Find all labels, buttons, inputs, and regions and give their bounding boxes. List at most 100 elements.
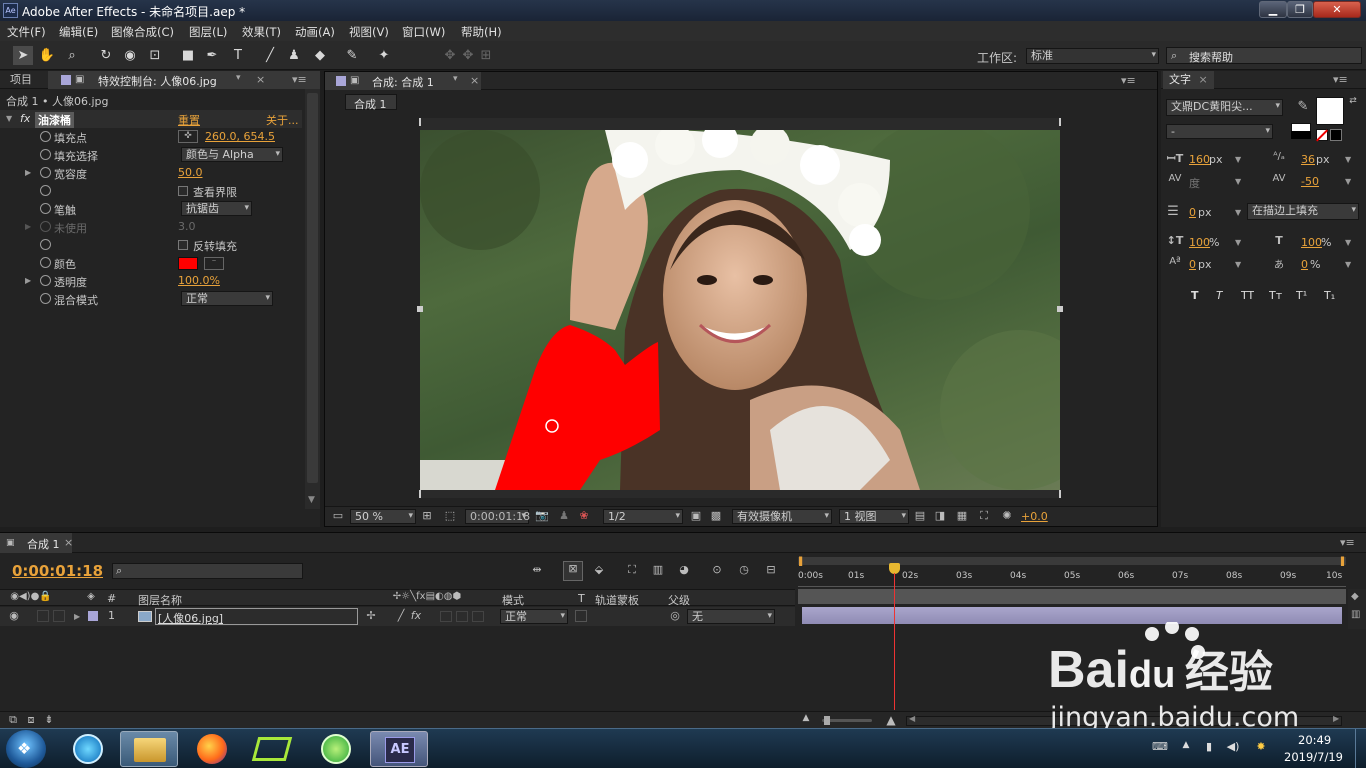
resolution-select[interactable]: 1/2 — [603, 509, 683, 524]
stroke-width-value[interactable]: 0 — [1189, 206, 1196, 219]
motion-blur-switch[interactable] — [456, 611, 468, 622]
timeline-icon[interactable]: ▦ — [955, 509, 969, 522]
layer-mode-select[interactable]: 正常 — [500, 609, 568, 624]
taskbar-firefox[interactable] — [183, 731, 241, 767]
lock-switch[interactable] — [53, 610, 65, 622]
work-area-bar[interactable] — [798, 557, 1346, 565]
tsume-value[interactable]: 0 — [1301, 258, 1308, 271]
stopwatch-icon[interactable] — [40, 275, 51, 286]
black-swatch[interactable] — [1330, 129, 1342, 141]
tab-dropdown-icon[interactable]: ▾ — [236, 73, 241, 83]
layer-label-color[interactable] — [88, 611, 98, 621]
eyedropper-icon[interactable]: ✎ — [1295, 99, 1311, 114]
fill-color-swatch[interactable] — [1316, 97, 1344, 125]
kerning-dropdown-icon[interactable]: ▼ — [1235, 177, 1241, 186]
fill-point-value[interactable]: 260.0, 654.5 — [205, 130, 275, 143]
zoom-in-icon[interactable]: ▲ — [882, 713, 900, 727]
layer-name-field[interactable]: [人像06.jpg] — [155, 608, 358, 625]
left-panel-scrollbar[interactable]: ▼ — [305, 89, 320, 509]
adjustment-switch[interactable] — [472, 611, 484, 622]
eraser-tool-icon[interactable]: ◆ — [310, 46, 330, 65]
exposure-value[interactable]: +0.0 — [1021, 510, 1048, 523]
quality-switch-icon[interactable]: ╱ — [394, 609, 408, 622]
stopwatch-icon[interactable] — [40, 131, 51, 142]
superscript-button[interactable]: T¹ — [1296, 289, 1307, 302]
stopwatch-icon[interactable] — [40, 239, 51, 250]
stopwatch-icon[interactable] — [40, 293, 51, 304]
expand-layers-icon[interactable]: ⧉ — [6, 713, 20, 727]
scroll-left-icon[interactable]: ◀ — [909, 714, 915, 723]
stopwatch-icon[interactable] — [40, 185, 51, 196]
show-snapshot-icon[interactable]: ♟ — [557, 509, 571, 522]
fast-preview-icon[interactable]: ◨ — [933, 509, 947, 522]
shy-switch-icon[interactable]: ✢ — [364, 609, 378, 622]
panel-menu-icon[interactable]: ▾≡ — [1121, 74, 1136, 87]
baseline-shift-value[interactable]: 0 — [1189, 258, 1196, 271]
mini-flowchart-icon[interactable]: ⇹ — [528, 563, 546, 576]
col-layer-name[interactable]: 图层名称 — [138, 592, 182, 608]
stopwatch-icon[interactable] — [40, 167, 51, 178]
solo-switch[interactable] — [37, 610, 49, 622]
show-desktop-button[interactable] — [1355, 729, 1366, 768]
kerning-value[interactable]: 度 — [1189, 175, 1200, 191]
puppet-pin-tool-icon[interactable]: ✦ — [374, 46, 394, 65]
stroke-color-black[interactable] — [1291, 131, 1311, 139]
draft-3d-icon[interactable]: ⬙ — [590, 563, 608, 576]
expand-timing-icon[interactable]: ⇟ — [42, 713, 56, 726]
font-size-value[interactable]: 160 — [1189, 153, 1210, 166]
flowchart-icon[interactable]: ⛶ — [977, 509, 991, 523]
taskbar-date[interactable]: 2019/7/19 — [1284, 750, 1343, 764]
panel-menu-icon[interactable]: ▾≡ — [292, 73, 307, 86]
crosshair-icon[interactable]: ✜ — [178, 130, 198, 143]
parent-select[interactable]: 无 — [687, 609, 775, 624]
motion-blur-icon[interactable]: ◕ — [675, 563, 693, 576]
tray-expand-icon[interactable]: ▲ — [1180, 740, 1192, 750]
graph-editor-icon[interactable]: ⊟ — [762, 563, 780, 576]
stroke-width-dropdown-icon[interactable]: ▼ — [1235, 208, 1241, 217]
tab-close-icon[interactable]: × — [470, 74, 479, 87]
tab-timeline-comp[interactable]: ▣ 合成 1 × — [0, 533, 73, 553]
notification-icon[interactable]: ✸ — [1254, 740, 1268, 753]
current-time-field[interactable]: 0:00:01:18 — [465, 509, 530, 524]
scroll-thumb[interactable] — [307, 93, 318, 483]
stroke-mode-select[interactable]: 在描边上填充 — [1247, 203, 1359, 220]
exposure-reset-icon[interactable]: ✺ — [1000, 509, 1014, 522]
taskbar-browser[interactable] — [306, 731, 364, 767]
text-tool-icon[interactable]: T — [228, 46, 248, 65]
stopwatch-icon[interactable] — [40, 149, 51, 160]
blend-mode-select[interactable]: 正常 — [181, 291, 273, 306]
layer-row[interactable]: ◉ ▶ 1 [人像06.jpg] ✢ ╱ fx 正常 ◎ 无 — [0, 607, 795, 626]
pan-behind-tool-icon[interactable]: ⊡ — [145, 46, 165, 65]
menu-animation[interactable]: 动画(A) — [295, 24, 335, 40]
snapshot-icon[interactable]: 📷 — [535, 509, 549, 522]
effect-switch-icon[interactable]: fx — [409, 609, 423, 622]
leading-value[interactable]: 36 — [1301, 153, 1315, 166]
volume-icon[interactable]: ◀) — [1226, 740, 1240, 753]
stopwatch-icon[interactable] — [40, 203, 51, 214]
fx-icon[interactable]: fx — [20, 112, 30, 125]
swap-colors-icon[interactable]: ⇄ — [1347, 96, 1359, 106]
roto-brush-tool-icon[interactable]: ✎ — [342, 46, 362, 65]
taskbar-media-player[interactable] — [60, 731, 118, 767]
tsume-dropdown-icon[interactable]: ▼ — [1345, 260, 1351, 269]
keyboard-icon[interactable]: ⌨ — [1152, 740, 1168, 753]
shy-icon[interactable]: ⛶ — [623, 563, 641, 577]
stroke-select[interactable]: 抗锯齿 — [181, 201, 252, 216]
all-caps-button[interactable]: TT — [1241, 289, 1254, 302]
menu-window[interactable]: 窗口(W) — [402, 24, 445, 40]
color-swatch[interactable] — [178, 257, 198, 270]
menu-help[interactable]: 帮助(H) — [461, 24, 502, 40]
view-threshold-checkbox[interactable] — [178, 186, 188, 196]
live-update-icon[interactable]: ⊠ — [563, 561, 583, 581]
time-ruler[interactable]: ▐ ▌ 0:00s 01s 02s 03s 04s 05s 06s 07s 08… — [796, 555, 1348, 627]
lock-icon[interactable]: ▣ — [75, 74, 84, 85]
tab-close-icon[interactable]: × — [64, 536, 73, 549]
lock-icon[interactable]: ▣ — [6, 538, 15, 548]
taskbar-explorer[interactable] — [120, 731, 178, 767]
zoom-slider[interactable] — [822, 716, 872, 725]
scroll-down-icon[interactable]: ▼ — [308, 495, 315, 505]
invert-fill-checkbox[interactable] — [178, 240, 188, 250]
no-stroke-icon[interactable] — [1315, 129, 1329, 142]
minimize-button[interactable]: ▁ — [1259, 1, 1287, 18]
frame-handle[interactable] — [417, 306, 423, 312]
